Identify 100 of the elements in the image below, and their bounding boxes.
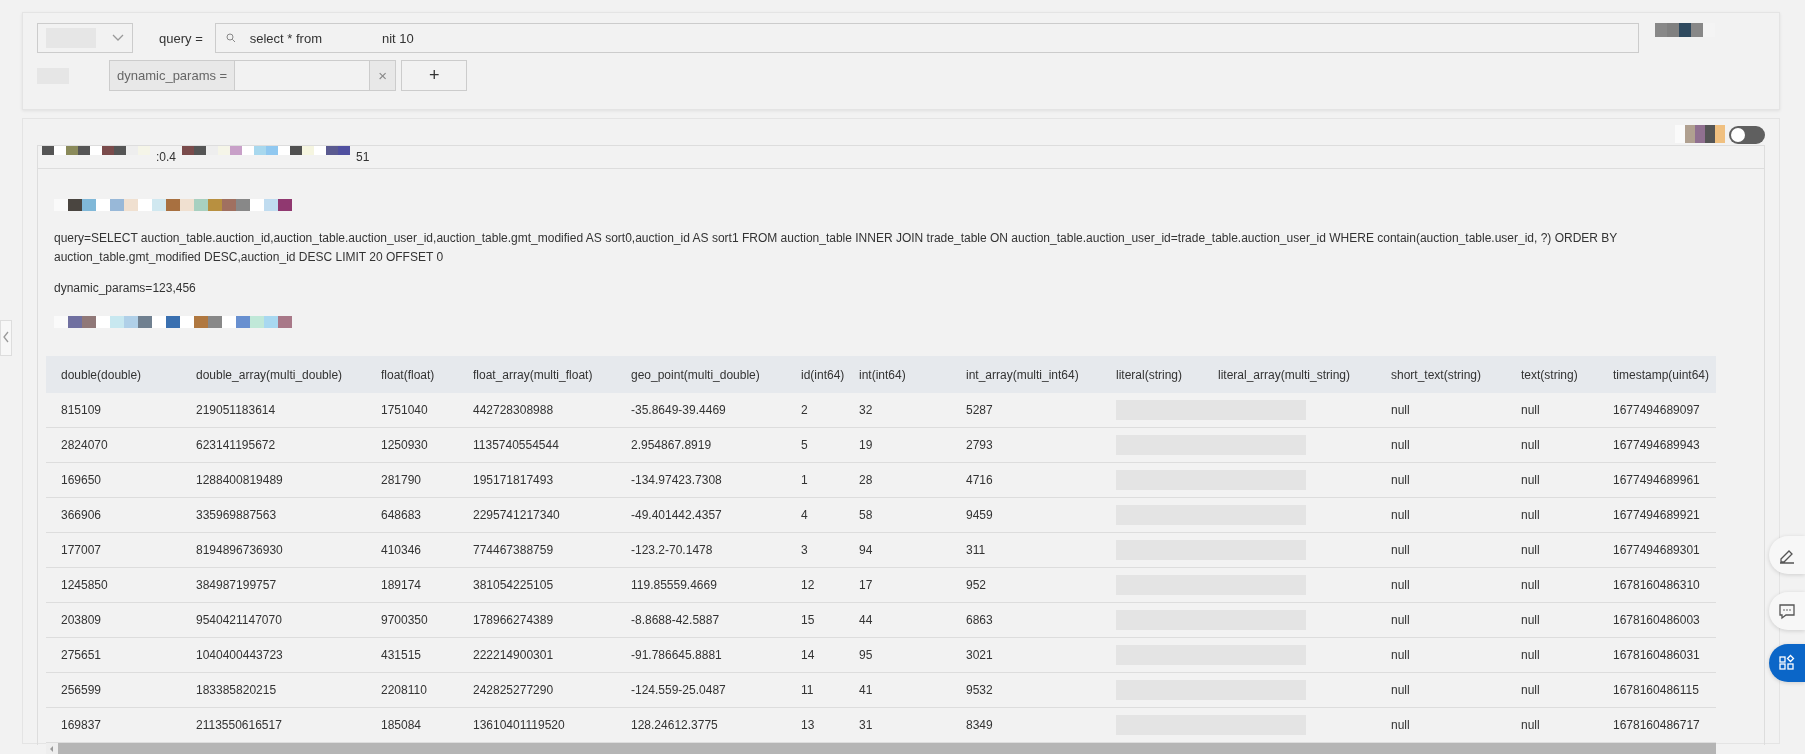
query-value: select * from — [249, 30, 322, 46]
table-cell: 2 — [786, 393, 844, 428]
table-cell: 410346 — [366, 532, 458, 568]
table-cell: 169837 — [46, 707, 181, 743]
query-statement: query=SELECT auction_table.auction_id,auction_table.auction_user_id,auction_table.gmt_modified AS sort0,auction_id AS sort1 FROM auction_table INNER JOIN trade_table ON auction_table.auction_user_id=trade_table.auction_user_id WHERE contain(auction_table.user_id, ?) ORDER BY auction_table.gmt_modified DESC,auction_id DESC LIMIT 20 OFFSET 0 — [54, 230, 1619, 266]
table-cell: 8349 — [951, 707, 1101, 743]
query-value-end: nit 10 — [382, 30, 414, 46]
table-cell: 275651 — [46, 637, 181, 673]
table-cell: 2793 — [951, 427, 1101, 463]
table-cell: 2295741217340 — [458, 497, 616, 533]
feedback-button[interactable] — [1769, 592, 1805, 630]
column-header: literal(string) — [1101, 356, 1203, 393]
table-cell: 4716 — [951, 462, 1101, 498]
table-cell: null — [1376, 707, 1506, 743]
params-label: dynamic_params = — [110, 61, 236, 90]
table-cell: null — [1506, 567, 1598, 603]
table-cell: null — [1376, 672, 1506, 708]
table-cell: 189174 — [366, 567, 458, 603]
table-cell: -91.786645.8881 — [616, 637, 786, 673]
table-cell: 169650 — [46, 462, 181, 498]
table-cell: 2208110 — [366, 672, 458, 708]
add-button[interactable]: + — [401, 60, 468, 91]
table-cell: null — [1376, 567, 1506, 603]
table-cell: 219051183614 — [181, 393, 366, 428]
table-cell: 177007 — [46, 532, 181, 568]
scrollbar[interactable] — [46, 743, 1716, 754]
table-cell: 95 — [844, 637, 951, 673]
table-cell: 1677494689301 — [1598, 532, 1716, 568]
table-cell: 32 — [844, 393, 951, 428]
table-cell: 222214900301 — [458, 637, 616, 673]
stat-count: 51 — [356, 150, 370, 164]
table-cell: null — [1506, 602, 1598, 638]
query-field[interactable]: select * from nit 10 — [214, 23, 1639, 53]
search-icon — [225, 33, 236, 43]
apps-icon — [1778, 654, 1796, 672]
chevron-left-icon — [2, 330, 10, 343]
redacted-mosaic — [1675, 125, 1725, 143]
table-cell: 1040400443723 — [181, 637, 366, 673]
column-header: float_array(multi_float) — [458, 356, 616, 393]
table-cell: 1678160486003 — [1598, 602, 1716, 638]
table-cell: 2.954867.8919 — [616, 427, 786, 463]
query-label: query = — [159, 30, 203, 46]
collapse-tab[interactable] — [0, 320, 12, 356]
chat-icon — [1778, 602, 1796, 620]
table-cell: 119.85559.4669 — [616, 567, 786, 603]
column-header: float(float) — [366, 356, 458, 393]
edit-button[interactable] — [1769, 536, 1805, 574]
table-cell: -35.8649-39.4469 — [616, 393, 786, 428]
column-header: literal_array(multi_string) — [1203, 356, 1376, 393]
column-header: double(double) — [46, 356, 181, 393]
table-cell: 13610401119520 — [458, 707, 616, 743]
params-field[interactable]: dynamic_params = × — [109, 60, 397, 91]
table-cell: null — [1506, 427, 1598, 463]
table-cell: 128.24612.3775 — [616, 707, 786, 743]
table-cell: null — [1376, 532, 1506, 568]
table-cell: -123.2-70.1478 — [616, 532, 786, 568]
table-cell: 11 — [786, 672, 844, 708]
table-cell: 1678160486031 — [1598, 637, 1716, 673]
column-header: text(string) — [1506, 356, 1598, 393]
table-cell: 311 — [951, 532, 1101, 568]
toggle-switch[interactable] — [1729, 126, 1765, 144]
table-cell: null — [1506, 707, 1598, 743]
chevron-down-icon — [112, 34, 124, 42]
column-header: int(int64) — [844, 356, 951, 393]
apps-button[interactable] — [1769, 644, 1805, 682]
table-cell: 1677494689961 — [1598, 462, 1716, 498]
table-cell: null — [1506, 462, 1598, 498]
table-cell: 384987199757 — [181, 567, 366, 603]
table-cell: 9459 — [951, 497, 1101, 533]
table-cell: 19 — [844, 427, 951, 463]
column-header: id(int64) — [786, 356, 844, 393]
table-cell: 1245850 — [46, 567, 181, 603]
stat-value: :0.4 — [156, 150, 176, 164]
table-cell: 1288400819489 — [181, 462, 366, 498]
table-cell: 774467388759 — [458, 532, 616, 568]
table-cell: 94 — [844, 532, 951, 568]
column-header: geo_point(multi_double) — [616, 356, 786, 393]
table-cell: null — [1376, 462, 1506, 498]
table-cell: 44 — [844, 602, 951, 638]
table-cell: 9532 — [951, 672, 1101, 708]
table-cell: 5287 — [951, 393, 1101, 428]
table-cell: 178966274389 — [458, 602, 616, 638]
table-cell: 2824070 — [46, 427, 181, 463]
table-cell: null — [1376, 637, 1506, 673]
table-cell: 1678160486310 — [1598, 567, 1716, 603]
table-cell: 14 — [786, 637, 844, 673]
table-cell: 195171817493 — [458, 462, 616, 498]
table-cell: null — [1506, 637, 1598, 673]
table-cell: 815109 — [46, 393, 181, 428]
table-cell: 2113550616517 — [181, 707, 366, 743]
table-cell: 15 — [786, 602, 844, 638]
table-cell: 6863 — [951, 602, 1101, 638]
table-cell: -49.401442.4357 — [616, 497, 786, 533]
table-cell: 41 — [844, 672, 951, 708]
table-cell: 256599 — [46, 672, 181, 708]
table-cell: null — [1506, 497, 1598, 533]
column-header: double_array(multi_double) — [181, 356, 366, 393]
table-cell: -8.8688-42.5887 — [616, 602, 786, 638]
table-cell: 1 — [786, 462, 844, 498]
column-header: int_array(multi_int64) — [951, 356, 1101, 393]
